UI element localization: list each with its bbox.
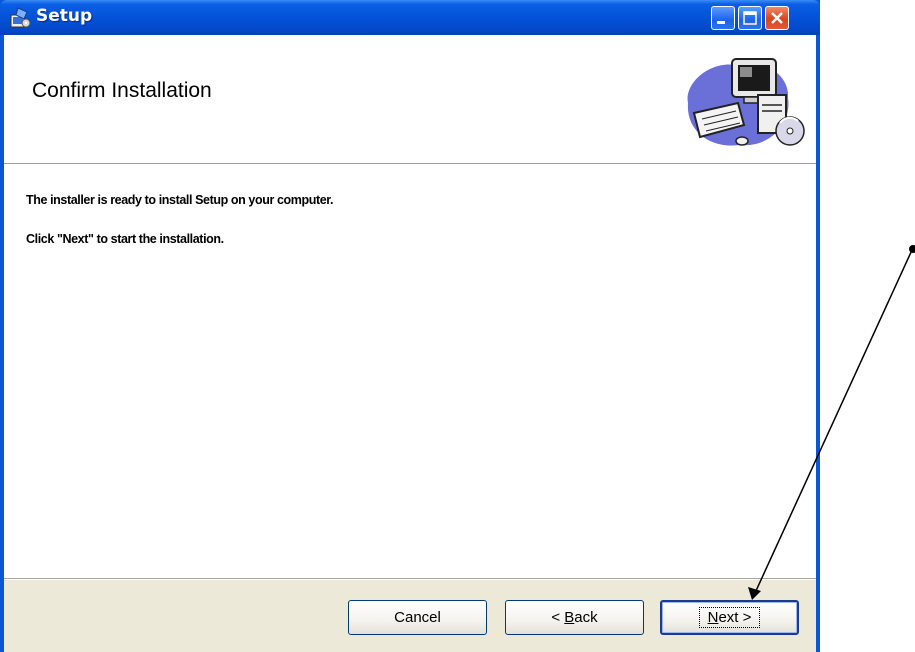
annotation-overlay <box>748 245 915 600</box>
annotation-arrowhead <box>748 587 761 600</box>
annotation-arrow <box>754 249 913 594</box>
